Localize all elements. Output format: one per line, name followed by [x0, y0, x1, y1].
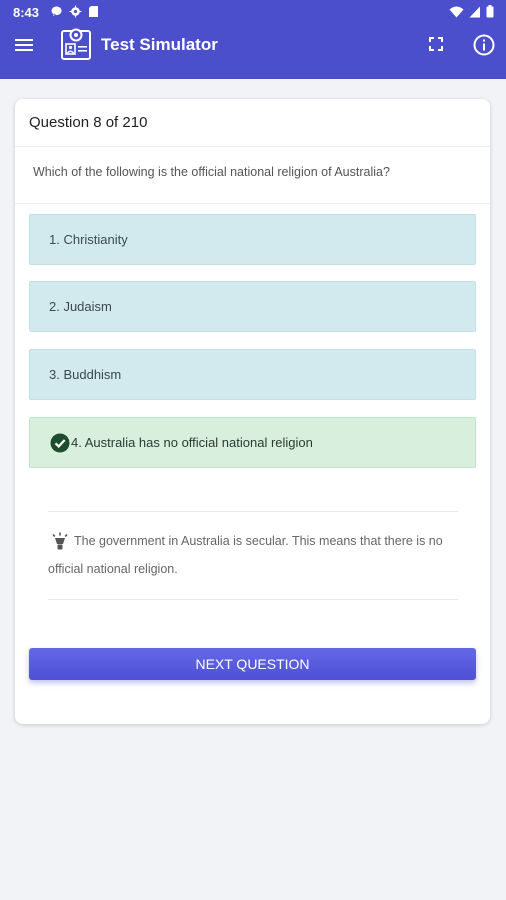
- explanation-text: The government in Australia is secular. …: [48, 534, 443, 576]
- message-icon: [50, 5, 63, 21]
- answer-option-2[interactable]: 2. Judaism: [29, 281, 476, 332]
- gear-icon: [69, 5, 82, 21]
- answer-label: 4. Australia has no official national re…: [71, 435, 313, 450]
- divider: [48, 511, 458, 512]
- answer-label: 1. Christianity: [49, 232, 128, 247]
- sd-card-icon: [88, 5, 99, 21]
- info-icon[interactable]: [472, 33, 496, 57]
- id-card-logo-icon: [60, 27, 92, 61]
- check-circle-icon: [50, 433, 70, 453]
- answer-option-1[interactable]: 1. Christianity: [29, 214, 476, 265]
- divider: [15, 203, 490, 204]
- question-card: Question 8 of 210 Which of the following…: [15, 99, 490, 724]
- answer-label: 2. Judaism: [49, 299, 112, 314]
- question-counter: Question 8 of 210: [29, 114, 148, 131]
- signal-icon: [469, 6, 481, 21]
- app-bar: 8:43 Test Simulator: [0, 0, 506, 79]
- battery-icon: [486, 5, 494, 21]
- fullscreen-icon[interactable]: [426, 34, 446, 54]
- toolbar: Test Simulator: [0, 25, 506, 65]
- status-time: 8:43: [13, 5, 40, 20]
- status-bar: 8:43: [0, 0, 506, 24]
- answer-label: 3. Buddhism: [49, 367, 122, 382]
- answer-option-4-correct[interactable]: 4. Australia has no official national re…: [29, 417, 476, 468]
- next-question-button[interactable]: NEXT QUESTION: [29, 648, 476, 680]
- menu-icon[interactable]: [14, 35, 34, 55]
- question-header: Question 8 of 210: [15, 99, 490, 147]
- question-text: Which of the following is the official n…: [33, 165, 390, 179]
- lightbulb-icon: [51, 532, 69, 552]
- app-title: Test Simulator: [101, 35, 218, 54]
- divider: [48, 599, 458, 600]
- answer-option-3[interactable]: 3. Buddhism: [29, 349, 476, 400]
- wifi-icon: [449, 6, 464, 21]
